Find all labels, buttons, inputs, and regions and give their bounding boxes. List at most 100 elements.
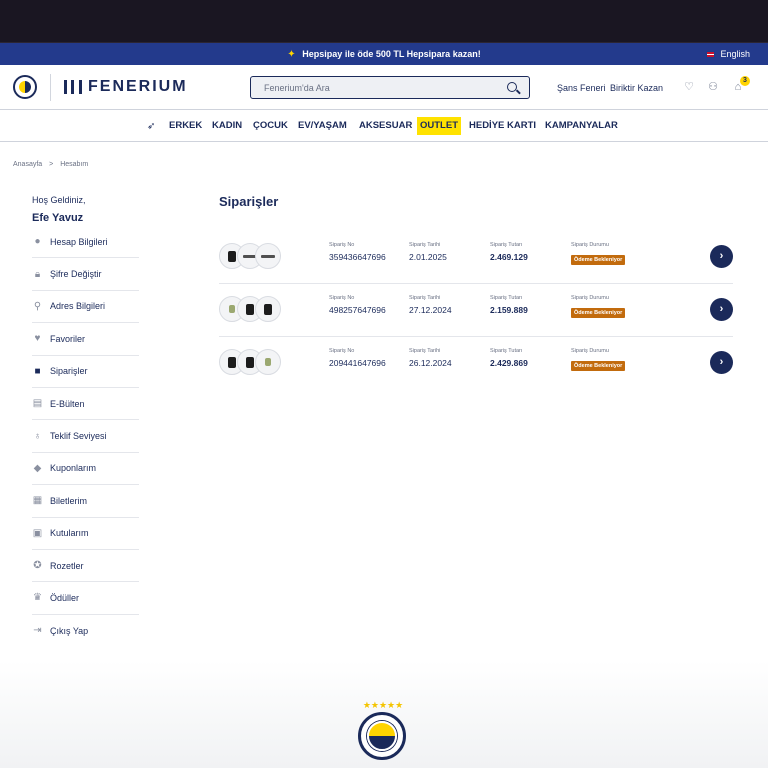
sidebar-item-cikis-yap[interactable]: ⇥ Çıkış Yap	[32, 615, 139, 647]
search-box	[250, 76, 530, 99]
sidebar-item-label: Teklif Seviyesi	[50, 431, 107, 442]
order-row[interactable]: Sipariş No 209441647696 Sipariş Tarihi 2…	[219, 337, 733, 390]
nav-item-aksesuar[interactable]: AKSESUAR	[359, 110, 412, 142]
sidebar-item-rozetler[interactable]: ✪ Rozetler	[32, 550, 139, 583]
order-detail-button[interactable]: ›	[710, 351, 733, 374]
sidebar-item-siparisler[interactable]: ■ Siparişler	[32, 356, 139, 388]
account-menu: ● Hesap Bilgileri 🔒︎ Şifre Değiştir ⚲ Adres…	[32, 226, 139, 647]
language-switch[interactable]: English	[706, 43, 750, 65]
sidebar-item-adres-bilgileri[interactable]: ⚲ Adres Bilgileri	[32, 291, 139, 324]
order-row[interactable]: Sipariş No 359436647696 Sipariş Tarihi 2…	[219, 231, 733, 284]
user-icon: ●	[34, 236, 41, 248]
logout-icon: ⇥	[33, 625, 42, 637]
status-badge: Ödeme Bekleniyor	[571, 255, 626, 265]
order-date-col: Sipariş Tarihi 26.12.2024	[409, 348, 452, 368]
order-number-col: Sipariş No 498257647696	[329, 295, 386, 315]
sidebar-item-label: Şifre Değiştir	[50, 269, 102, 280]
order-thumbnails	[219, 349, 281, 375]
order-thumbnails	[219, 243, 281, 269]
order-status-label: Sipariş Durumu	[571, 242, 609, 248]
sidebar-item-label: Hesap Bilgileri	[50, 236, 108, 247]
breadcrumb-current[interactable]: Hesabım	[60, 161, 88, 168]
nav-item-kampanyalar[interactable]: KAMPANYALAR	[545, 110, 618, 142]
lock-icon: 🔒︎	[34, 268, 41, 280]
product-thumbnail	[255, 349, 281, 375]
breadcrumb-separator: >	[49, 161, 54, 168]
search-input[interactable]	[251, 77, 491, 98]
nav-item-erkek[interactable]: ERKEK	[169, 110, 202, 142]
order-number-value: 498257647696	[329, 305, 386, 315]
lightbulb-icon: ♁	[33, 430, 42, 442]
sidebar-item-kuponlarim[interactable]: ◆ Kuponlarım	[32, 453, 139, 486]
heart-icon[interactable]: ♡	[683, 81, 695, 93]
biriktir-kazan-link[interactable]: Biriktir Kazan	[610, 83, 663, 93]
nav-item-hediye-karti[interactable]: HEDİYE KARTI	[469, 110, 536, 142]
order-row[interactable]: Sipariş No 498257647696 Sipariş Tarihi 2…	[219, 284, 733, 337]
sidebar-item-hesap-bilgileri[interactable]: ● Hesap Bilgileri	[32, 226, 139, 259]
order-number-col: Sipariş No 209441647696	[329, 348, 386, 368]
heart-icon: ♥	[34, 333, 41, 345]
order-thumbnails	[219, 296, 281, 322]
sidebar-item-oduller[interactable]: ♛ Ödüller	[32, 582, 139, 615]
promo-text: Hepsipay ile öde 500 TL Hepsipara kazan!	[302, 49, 481, 59]
order-total-value: 2.429.869	[490, 358, 528, 368]
order-date-col: Sipariş Tarihi 27.12.2024	[409, 295, 452, 315]
order-total-value: 2.469.129	[490, 252, 528, 262]
user-name: Efe Yavuz	[32, 212, 84, 224]
order-detail-button[interactable]: ›	[710, 245, 733, 268]
breadcrumb: Anasayfa > Hesabım	[13, 161, 88, 168]
order-number-value: 359436647696	[329, 252, 386, 262]
brand-mark-icon	[64, 80, 82, 94]
club-crest-footer-logo[interactable]	[358, 712, 406, 760]
sidebar-item-kutularim[interactable]: ▣ Kutularım	[32, 518, 139, 550]
nav-item-ev-yasam[interactable]: EV/YAŞAM	[298, 110, 347, 142]
trophy-icon: ♛	[33, 592, 42, 604]
sidebar-item-label: Biletlerim	[50, 495, 88, 506]
order-status-label: Sipariş Durumu	[571, 348, 609, 354]
breadcrumb-home[interactable]: Anasayfa	[13, 161, 42, 168]
order-total-col: Sipariş Tutarı 2.429.869	[490, 348, 528, 368]
nav-item-kadin[interactable]: KADIN	[212, 110, 242, 142]
brand-logo[interactable]: FENERIUM	[64, 77, 188, 97]
welcome-text: Hoş Geldiniz,	[32, 195, 86, 205]
club-crest-logo[interactable]	[13, 75, 37, 99]
hepsipay-bird-icon: ✦	[287, 48, 296, 60]
header-divider	[50, 74, 51, 101]
sidebar-item-label: Rozetler	[50, 560, 84, 571]
order-date-value: 27.12.2024	[409, 305, 452, 315]
ticket-icon: ▦	[32, 495, 43, 507]
order-date-label: Sipariş Tarihi	[409, 242, 441, 248]
product-thumbnail	[255, 243, 281, 269]
order-detail-button[interactable]: ›	[710, 298, 733, 321]
order-date-label: Sipariş Tarihi	[409, 295, 441, 301]
order-number-value: 209441647696	[329, 358, 386, 368]
site-header: FENERIUM Şans Feneri Biriktir Kazan ♡ ⚇ …	[0, 65, 768, 110]
sidebar-item-label: Ödüller	[50, 592, 80, 603]
puma-logo-icon[interactable]: ➶	[147, 121, 161, 132]
chevron-right-icon: ›	[719, 250, 724, 262]
promo-banner[interactable]: ✦ Hepsipay ile öde 500 TL Hepsipara kaza…	[0, 43, 768, 65]
sidebar-item-teklif-seviyesi[interactable]: ♁ Teklif Seviyesi	[32, 420, 139, 453]
sidebar-item-label: Siparişler	[50, 366, 88, 377]
nav-item-cocuk[interactable]: ÇOCUK	[253, 110, 288, 142]
user-icon[interactable]: ⚇	[707, 81, 719, 93]
sans-feneri-link[interactable]: Şans Feneri	[557, 83, 606, 93]
sidebar-item-favoriler[interactable]: ♥ Favoriler	[32, 323, 139, 356]
order-status-col: Sipariş Durumu Ödeme Bekleniyor	[571, 242, 626, 266]
category-nav: ➶ ERKEK KADIN ÇOCUK EV/YAŞAM AKSESUAR OU…	[0, 110, 768, 142]
sidebar-item-label: Çıkış Yap	[50, 625, 89, 636]
order-total-label: Sipariş Tutarı	[490, 348, 523, 354]
sidebar-item-biletlerim[interactable]: ▦ Biletlerim	[32, 485, 139, 518]
nav-item-outlet[interactable]: OUTLET	[417, 117, 461, 135]
uk-flag-icon	[706, 50, 716, 58]
search-icon[interactable]	[507, 82, 517, 92]
sidebar-item-label: E-Bülten	[50, 398, 85, 409]
status-badge: Ödeme Bekleniyor	[571, 308, 626, 318]
sidebar-item-sifre-degistir[interactable]: 🔒︎ Şifre Değiştir	[32, 258, 139, 291]
sidebar-item-e-bulten[interactable]: ▤ E-Bülten	[32, 388, 139, 421]
order-date-value: 2.01.2025	[409, 252, 447, 262]
order-number-label: Sipariş No	[329, 295, 355, 301]
chevron-right-icon: ›	[719, 303, 724, 315]
order-date-col: Sipariş Tarihi 2.01.2025	[409, 242, 447, 262]
order-date-value: 26.12.2024	[409, 358, 452, 368]
